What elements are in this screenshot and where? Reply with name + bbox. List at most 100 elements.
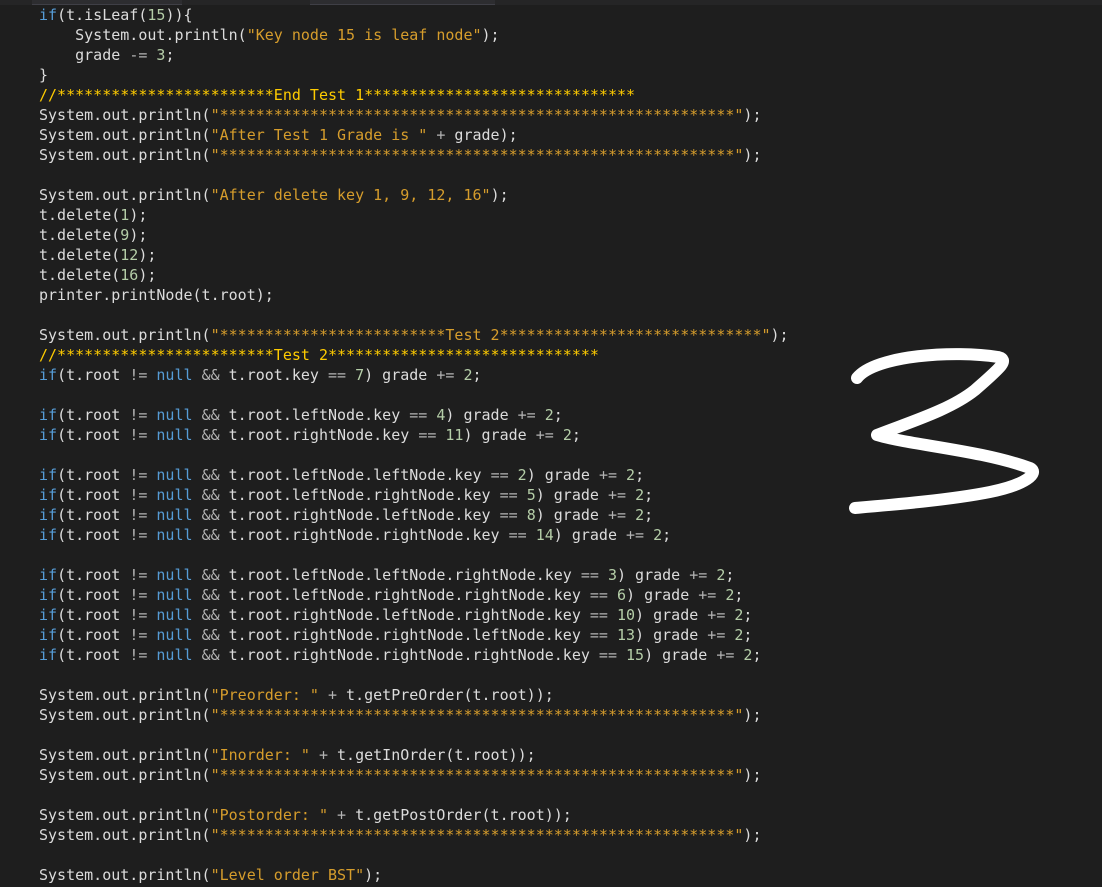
code-token: 16 [120, 266, 139, 284]
code-token: t.getInOrder(t.root)); [328, 746, 536, 764]
code-token: (t.root [57, 566, 130, 584]
code-token: "*************************Test 2********… [210, 326, 771, 344]
code-token: (t.root [57, 466, 130, 484]
code-token: ; [743, 626, 753, 644]
code-token: (t.root [57, 506, 130, 524]
code-line: printer.printNode(t.root); [39, 285, 274, 305]
code-token: t.delete( [39, 226, 121, 244]
code-token: 9 [120, 226, 130, 244]
code-token: += [436, 366, 455, 384]
code-line: System.out.println("Postorder: " + t.get… [39, 805, 572, 825]
code-token: if [39, 506, 58, 524]
code-token: ) grade [635, 606, 708, 624]
code-token: t.root.leftNode.leftNode.rightNode.key [219, 566, 581, 584]
code-token: null [156, 366, 193, 384]
code-token: -= [129, 46, 148, 64]
code-token: if [39, 566, 58, 584]
code-token: && [201, 626, 220, 644]
code-line: t.delete(16); [39, 265, 156, 285]
code-token: == [508, 526, 527, 544]
code-token: ); [743, 706, 762, 724]
code-token: != [129, 366, 148, 384]
code-token: t.delete( [39, 246, 121, 264]
code-token: (t.root [57, 646, 130, 664]
code-token: ) grade [626, 586, 699, 604]
code-token: t.getPreOrder(t.root)); [337, 686, 554, 704]
code-token: ); [743, 826, 762, 844]
code-token: null [156, 626, 193, 644]
code-token: ); [138, 246, 157, 264]
code-line: System.out.println("********************… [39, 105, 761, 125]
code-token: ); [490, 186, 509, 204]
code-token: ; [743, 606, 753, 624]
code-token: += [607, 486, 627, 504]
code-token: 14 [535, 526, 554, 544]
code-line: if(t.root != null && t.root.rightNode.ke… [39, 425, 581, 445]
code-token: ; [553, 406, 563, 424]
code-token: null [156, 426, 193, 444]
code-token: 15 [626, 646, 645, 664]
code-line: if(t.root != null && t.root.leftNode.key… [39, 405, 563, 425]
code-token: == [589, 586, 608, 604]
code-token: += [535, 426, 554, 444]
code-token: null [156, 466, 193, 484]
code-token: != [129, 606, 148, 624]
code-token: (t.root [57, 606, 130, 624]
code-token: if [39, 526, 58, 544]
code-token: } [39, 66, 49, 84]
code-token: ); [743, 146, 762, 164]
code-token: if [39, 406, 58, 424]
code-token: ; [644, 506, 654, 524]
code-token: if [39, 426, 58, 444]
code-token: == [418, 426, 437, 444]
code-token: (t.root [57, 406, 130, 424]
code-token: && [201, 606, 220, 624]
code-line: System.out.println("********************… [39, 825, 761, 845]
code-token: += [716, 646, 735, 664]
code-line: if(t.root != null && t.root.rightNode.ri… [39, 645, 761, 665]
code-token: 13 [616, 626, 636, 644]
code-token: //************************End Test 1****… [39, 86, 636, 104]
code-token: && [201, 506, 220, 524]
code-token: ); [770, 326, 789, 344]
code-token: System.out.println( [39, 746, 211, 764]
code-token: ); [481, 26, 500, 44]
code-token: t.delete( [39, 206, 121, 224]
code-line: t.delete(12); [39, 245, 156, 265]
code-line: if(t.root != null && t.root.rightNode.le… [39, 505, 653, 525]
code-token: == [328, 366, 347, 384]
code-token: "***************************************… [210, 826, 744, 844]
code-token: if [39, 366, 58, 384]
code-token: + [328, 686, 338, 704]
code-line: if(t.root != null && t.root.rightNode.ri… [39, 525, 671, 545]
code-token: 3 [607, 566, 617, 584]
code-token: t.getPostOrder(t.root)); [346, 806, 572, 824]
code-token: ); [129, 226, 148, 244]
code-line: t.delete(1); [39, 205, 147, 225]
code-token: t.root.rightNode.key [219, 426, 419, 444]
code-token: ) grade [463, 426, 536, 444]
code-line: //************************End Test 1****… [39, 85, 635, 105]
code-token: && [201, 426, 220, 444]
code-token: )){ [165, 6, 193, 24]
code-token: += [607, 506, 627, 524]
code-line: t.delete(9); [39, 225, 147, 245]
code-token: ); [743, 766, 762, 784]
code-token: if [39, 6, 58, 24]
code-token: null [156, 646, 193, 664]
code-token: (t.root [57, 586, 130, 604]
